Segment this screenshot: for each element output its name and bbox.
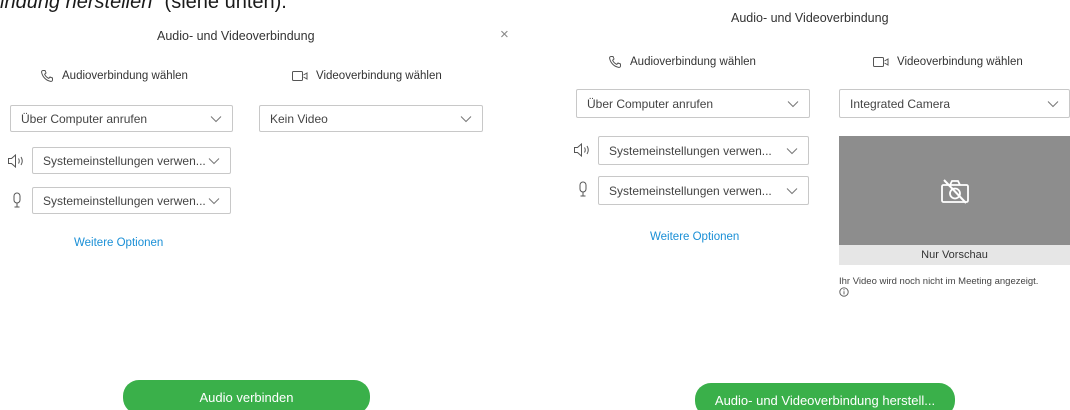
- video-camera-select[interactable]: Integrated Camera: [839, 89, 1070, 118]
- audio-connection-heading: Audioverbindung wählen: [40, 69, 188, 83]
- chevron-down-icon: [208, 157, 220, 164]
- preview-notice-text: Ihr Video wird noch nicht im Meeting ang…: [839, 276, 1039, 287]
- audio-connection-heading: Audioverbindung wählen: [608, 55, 756, 69]
- speaker-select-value: Systemeinstellungen verwen...: [609, 143, 772, 158]
- video-heading-label: Videoverbindung wählen: [316, 70, 442, 82]
- phone-icon: [609, 56, 621, 68]
- video-camera-icon: [292, 71, 308, 81]
- video-select-value: Kein Video: [270, 111, 328, 126]
- video-connection-heading: Videoverbindung wählen: [873, 56, 1023, 68]
- speaker-icon: [572, 140, 594, 160]
- close-icon[interactable]: ×: [500, 27, 509, 42]
- microphone-icon: [8, 190, 26, 210]
- dialog-title: Audio- und Videoverbindung: [157, 29, 315, 43]
- camera-preview: [839, 136, 1070, 245]
- audio-select-value: Über Computer anrufen: [21, 111, 148, 126]
- preview-notice: Ihr Video wird noch nicht im Meeting ang…: [839, 276, 1039, 298]
- video-select-value: Integrated Camera: [850, 96, 951, 111]
- video-camera-icon: [873, 57, 889, 67]
- speaker-select-value: Systemeinstellungen verwen...: [43, 153, 206, 168]
- microphone-select[interactable]: Systemeinstellungen verwen...: [598, 176, 809, 205]
- audio-heading-label: Audioverbindung wählen: [62, 70, 188, 82]
- chevron-down-icon: [1047, 100, 1059, 107]
- camera-off-icon: [839, 136, 1070, 245]
- audio-connection-select[interactable]: Über Computer anrufen: [576, 89, 810, 118]
- phone-icon: [41, 70, 53, 82]
- chevron-down-icon: [208, 197, 220, 204]
- dialog-title: Audio- und Videoverbindung: [731, 11, 889, 25]
- microphone-select-value: Systemeinstellungen verwen...: [43, 193, 206, 208]
- connect-audio-video-button[interactable]: Audio- und Videoverbindung herstell...: [695, 383, 955, 410]
- chevron-down-icon: [210, 115, 222, 122]
- microphone-icon: [574, 179, 592, 199]
- audio-heading-label: Audioverbindung wählen: [630, 56, 756, 68]
- video-connection-select[interactable]: Kein Video: [259, 105, 483, 132]
- chevron-down-icon: [460, 115, 472, 122]
- speaker-select[interactable]: Systemeinstellungen verwen...: [598, 136, 809, 165]
- left-dialog: Audio- und Videoverbindung × Audioverbin…: [0, 0, 520, 410]
- video-heading-label: Videoverbindung wählen: [897, 56, 1023, 68]
- microphone-select[interactable]: Systemeinstellungen verwen...: [32, 187, 231, 214]
- info-icon[interactable]: [839, 287, 849, 298]
- speaker-icon: [6, 151, 28, 171]
- preview-only-label: Nur Vorschau: [839, 245, 1070, 265]
- chevron-down-icon: [786, 147, 798, 154]
- right-dialog: Audio- und Videoverbindung Audioverbindu…: [560, 0, 1070, 410]
- speaker-select[interactable]: Systemeinstellungen verwen...: [32, 147, 231, 174]
- microphone-select-value: Systemeinstellungen verwen...: [609, 183, 772, 198]
- connect-audio-button[interactable]: Audio verbinden: [123, 380, 370, 410]
- video-connection-heading: Videoverbindung wählen: [292, 70, 442, 82]
- chevron-down-icon: [787, 100, 799, 107]
- audio-select-value: Über Computer anrufen: [587, 96, 714, 111]
- audio-connection-select[interactable]: Über Computer anrufen: [10, 105, 233, 132]
- chevron-down-icon: [786, 187, 798, 194]
- more-options-link[interactable]: Weitere Optionen: [650, 231, 739, 243]
- more-options-link[interactable]: Weitere Optionen: [74, 237, 163, 249]
